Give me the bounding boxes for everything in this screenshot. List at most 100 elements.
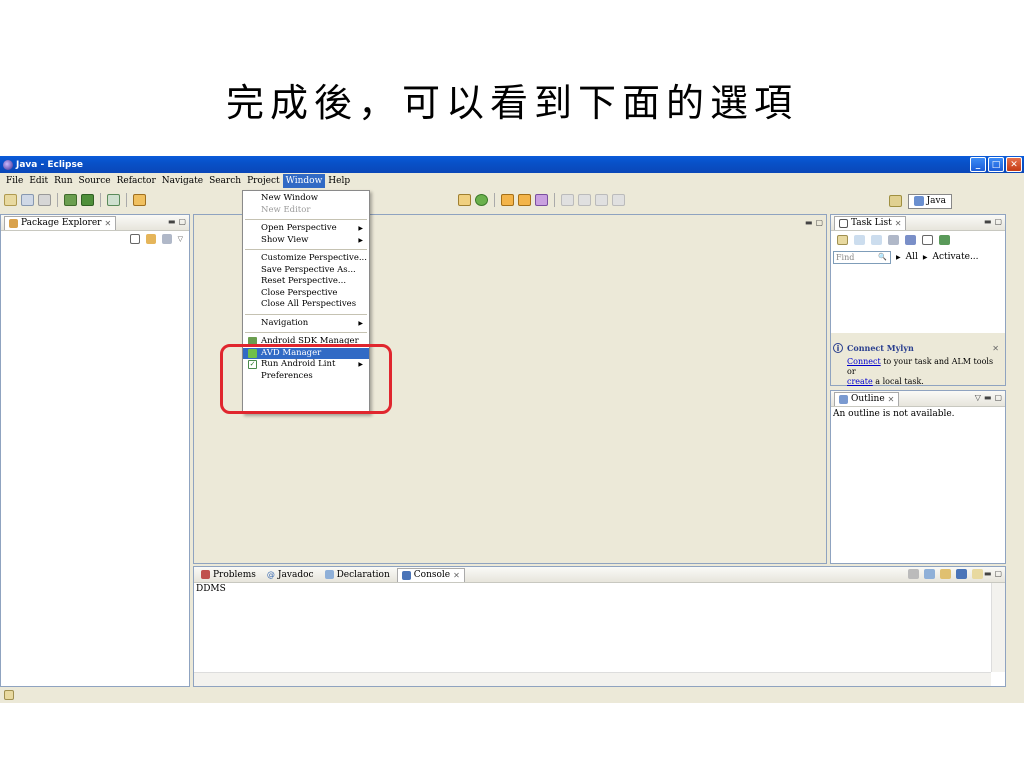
all-link[interactable]: All (906, 252, 918, 262)
collapse-all-icon[interactable] (129, 234, 140, 244)
save-icon[interactable] (21, 194, 34, 206)
forward-icon[interactable] (612, 194, 625, 206)
menu-item-new-window[interactable]: New Window (243, 193, 369, 205)
tab-outline[interactable]: Outline ✕ (834, 391, 900, 406)
tab-problems[interactable]: Problems (197, 568, 260, 582)
close-tab-icon[interactable]: ✕ (104, 219, 111, 228)
problems-icon (201, 570, 210, 579)
menu-item-customize-perspective[interactable]: Customize Perspective... (243, 253, 369, 265)
menu-run[interactable]: Run (51, 174, 75, 188)
print-icon[interactable] (38, 194, 51, 206)
categorized-icon[interactable] (854, 235, 865, 245)
next-annotation-icon[interactable] (561, 194, 574, 206)
view-menu-icon[interactable]: ▽ (975, 393, 981, 402)
view-controls: ▬ ▢ (984, 217, 1002, 226)
tab-problems-label: Problems (213, 569, 256, 580)
create-link[interactable]: create (847, 377, 873, 386)
menu-item-save-perspective[interactable]: Save Perspective As... (243, 265, 369, 277)
android-sdk-icon[interactable] (64, 194, 77, 206)
close-tab-icon[interactable]: ✕ (895, 219, 902, 228)
open-resource-icon[interactable] (518, 194, 531, 206)
menu-item-reset-perspective[interactable]: Reset Perspective... (243, 276, 369, 288)
open-type-icon[interactable] (458, 194, 471, 206)
menu-window[interactable]: Window (282, 174, 326, 188)
search-icon[interactable] (535, 194, 548, 206)
close-tab-icon[interactable]: ✕ (453, 571, 460, 580)
menu-item-close-perspective[interactable]: Close Perspective (243, 288, 369, 300)
menu-item-open-perspective[interactable]: Open Perspective ▶ (243, 223, 369, 235)
synchronize-icon[interactable] (939, 235, 950, 245)
maximize-editor-icon[interactable]: ▢ (815, 218, 823, 227)
highlight-annotation (220, 344, 392, 414)
view-menu-icon[interactable]: ▽ (178, 235, 183, 243)
connect-link[interactable]: Connect (847, 357, 881, 366)
close-button[interactable]: ✕ (1006, 157, 1022, 172)
run-icon[interactable] (475, 194, 488, 206)
open-perspective-icon[interactable] (888, 195, 902, 207)
tab-task-list[interactable]: Task List ✕ (834, 215, 907, 230)
menu-item-show-view[interactable]: Show View ▶ (243, 235, 369, 247)
close-notice-icon[interactable]: ✕ (992, 344, 999, 353)
minimize-view-icon[interactable]: ▬ (168, 217, 176, 226)
lint-icon[interactable] (107, 194, 120, 206)
collapse-all-icon[interactable] (922, 235, 933, 245)
tab-console[interactable]: Console ✕ (396, 567, 465, 582)
focus-icon[interactable] (888, 235, 899, 245)
clear-console-icon[interactable] (908, 569, 919, 579)
close-tab-icon[interactable]: ✕ (888, 395, 895, 404)
maximize-view-icon[interactable]: ▢ (994, 569, 1002, 578)
java-perspective-button[interactable]: Java (907, 193, 952, 209)
vertical-scrollbar[interactable] (991, 583, 1005, 672)
pin-console-icon[interactable] (940, 569, 951, 579)
menu-navigate[interactable]: Navigate (159, 174, 206, 188)
new-icon[interactable] (4, 194, 17, 206)
menu-item-navigation[interactable]: Navigation ▶ (243, 318, 369, 330)
scheduled-icon[interactable] (871, 235, 882, 245)
minimize-button[interactable]: _ (970, 157, 986, 172)
tab-package-explorer-label: Package Explorer (21, 218, 102, 228)
display-console-icon[interactable] (956, 569, 967, 579)
tab-package-explorer[interactable]: Package Explorer ✕ (4, 215, 117, 230)
prev-annotation-icon[interactable] (578, 194, 591, 206)
menu-help[interactable]: Help (325, 174, 353, 188)
horizontal-scrollbar[interactable] (194, 672, 991, 686)
maximize-view-icon[interactable]: ▢ (994, 393, 1002, 402)
maximize-button[interactable]: □ (988, 157, 1004, 172)
menu-source[interactable]: Source (76, 174, 114, 188)
view-controls: ▽ ▬ ▢ (975, 393, 1002, 402)
scroll-lock-icon[interactable] (924, 569, 935, 579)
minimize-editor-icon[interactable]: ▬ (805, 218, 813, 227)
activate-link[interactable]: Activate... (933, 252, 979, 262)
minimize-view-icon[interactable]: ▬ (984, 217, 992, 226)
view-controls: ▬ ▢ (984, 569, 1002, 578)
menu-item-close-all-perspectives[interactable]: Close All Perspectives (243, 299, 369, 311)
menu-search[interactable]: Search (206, 174, 244, 188)
maximize-view-icon[interactable]: ▢ (994, 217, 1002, 226)
focus-icon[interactable] (161, 234, 172, 244)
back-icon[interactable] (595, 194, 608, 206)
menu-project[interactable]: Project (244, 174, 283, 188)
console-output: DDMS (196, 584, 226, 594)
open-console-icon[interactable] (972, 569, 983, 579)
avd-icon[interactable] (81, 194, 94, 206)
new-task-icon[interactable] (837, 235, 848, 245)
menu-refactor[interactable]: Refactor (114, 174, 159, 188)
menu-separator (245, 332, 367, 333)
menu-item-new-editor[interactable]: New Editor (243, 205, 369, 217)
menubar: File Edit Run Source Refactor Navigate S… (0, 173, 1024, 189)
open-folder-icon[interactable] (501, 194, 514, 206)
console-icon (401, 570, 411, 580)
tab-declaration[interactable]: Declaration (321, 568, 394, 582)
menu-file[interactable]: File (3, 174, 26, 188)
link-with-editor-icon[interactable] (145, 234, 156, 244)
menu-edit[interactable]: Edit (26, 174, 51, 188)
new-project-icon[interactable] (133, 194, 146, 206)
maximize-view-icon[interactable]: ▢ (178, 217, 186, 226)
find-input[interactable]: Find 🔍 (833, 250, 891, 264)
hide-completed-icon[interactable] (905, 235, 916, 245)
new-connection-icon[interactable] (4, 690, 14, 700)
minimize-view-icon[interactable]: ▬ (984, 393, 992, 402)
minimize-view-icon[interactable]: ▬ (984, 569, 992, 578)
tab-javadoc[interactable]: @ Javadoc (263, 568, 318, 582)
menu-separator (245, 313, 367, 315)
